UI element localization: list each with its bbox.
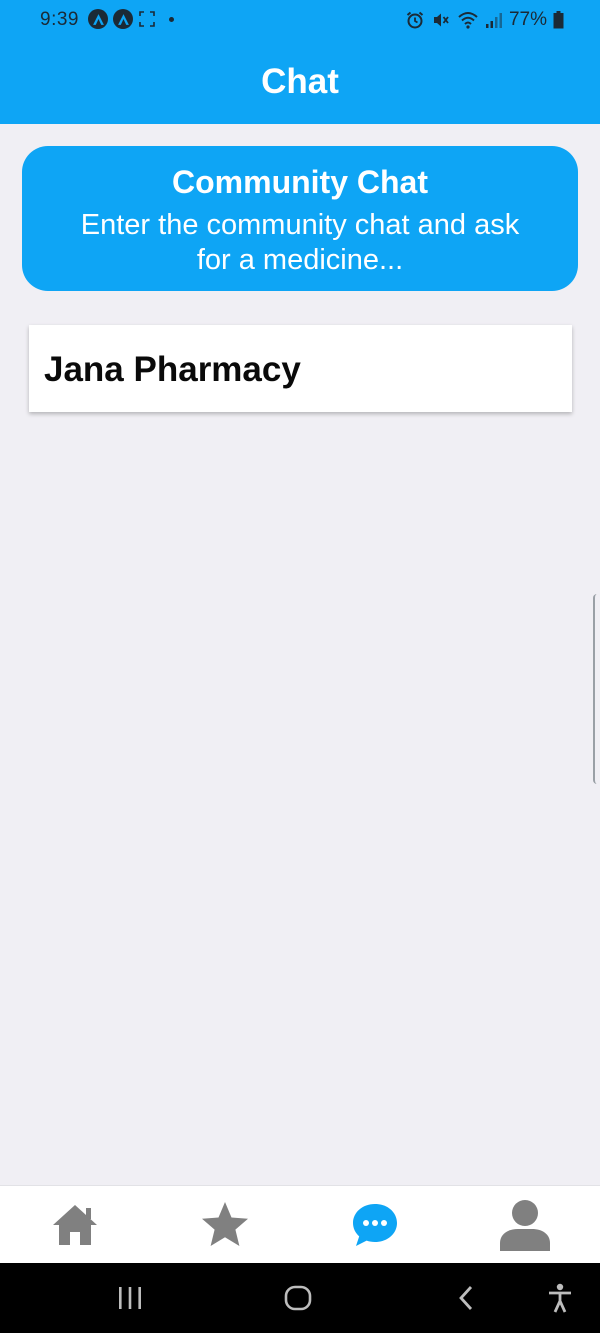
signal-icon [485, 13, 502, 28]
user-icon [500, 1200, 550, 1251]
chat-bubble-icon [353, 1204, 397, 1246]
mute-icon [433, 13, 449, 27]
status-bar: 9:39 77% [0, 0, 600, 42]
status-right-icons: 77% [405, 9, 564, 31]
app-a-icon [113, 9, 133, 29]
bottom-tab-bar [0, 1185, 600, 1264]
tab-home[interactable] [0, 1186, 150, 1264]
star-icon [202, 1202, 248, 1246]
screenshot-icon [139, 11, 155, 27]
tab-profile[interactable] [450, 1186, 600, 1264]
page-title: Chat [261, 62, 339, 101]
community-chat-card[interactable]: Community Chat Enter the community chat … [22, 146, 578, 291]
battery-icon [553, 11, 564, 29]
community-chat-title: Community Chat [172, 164, 428, 200]
accessibility-icon [549, 1283, 571, 1313]
alarm-icon [406, 11, 424, 29]
home-button[interactable] [268, 1263, 328, 1333]
status-time: 9:39 [40, 9, 79, 30]
chat-list-item[interactable]: Jana Pharmacy [29, 325, 572, 412]
wifi-icon [458, 12, 478, 29]
dot-icon [169, 16, 174, 22]
app-a-icon [88, 9, 108, 29]
back-button[interactable] [436, 1263, 496, 1333]
home-icon [53, 1205, 97, 1245]
battery-percent: 77% [508, 9, 547, 30]
header-bar: 9:39 77% Chat [0, 0, 600, 124]
tab-chat[interactable] [300, 1186, 450, 1264]
tab-favorites[interactable] [150, 1186, 300, 1264]
chat-name: Jana Pharmacy [44, 350, 301, 389]
status-left-icons [88, 9, 174, 29]
community-chat-description: Enter the community chat and ask for a m… [80, 209, 520, 276]
system-nav-bar [0, 1263, 600, 1333]
back-icon [459, 1286, 473, 1310]
recents-icon [119, 1287, 141, 1309]
home-circle-icon [284, 1285, 312, 1311]
accessibility-button[interactable] [530, 1263, 590, 1333]
recents-button[interactable] [100, 1263, 160, 1333]
scroll-indicator [593, 594, 600, 784]
